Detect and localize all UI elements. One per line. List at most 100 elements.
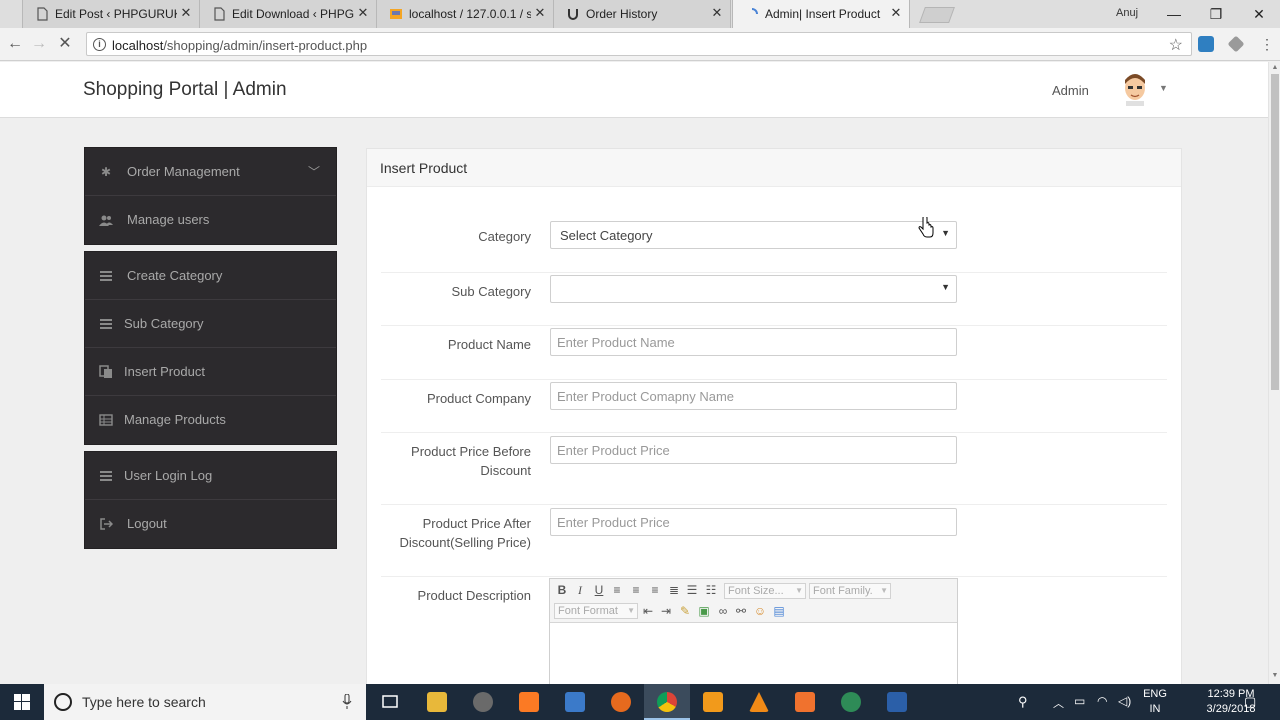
description-editor[interactable]: B I U ≡ ≡ ≡ ≣ ☰ ☷ Font Size... ▼ Font Fam… (549, 578, 958, 684)
brand-title[interactable]: Shopping Portal | Admin (83, 79, 287, 101)
browser-tab-active[interactable]: Admin| Insert Product ✕ (732, 0, 910, 29)
menu-dots-icon[interactable]: ⋮ (1258, 35, 1276, 53)
bold-icon[interactable]: B (554, 582, 570, 598)
microphone-icon[interactable] (342, 694, 352, 710)
unordered-list-icon[interactable]: ☷ (703, 582, 719, 598)
subcategory-select[interactable]: ▼ (550, 275, 957, 303)
chevron-down-icon[interactable]: ▼ (1159, 83, 1168, 93)
scrollbar-thumb[interactable] (1271, 74, 1279, 390)
taskbar-search[interactable]: Type here to search (44, 684, 366, 720)
extension-icon[interactable] (1198, 36, 1214, 52)
font-family-select[interactable]: Font Family. ▼ (809, 583, 891, 599)
forward-icon[interactable]: → (30, 35, 48, 53)
info-icon[interactable]: i (93, 38, 106, 51)
product-name-input[interactable]: Enter Product Name (550, 328, 957, 356)
restore-icon[interactable]: ❐ (1201, 4, 1231, 24)
underline-icon[interactable]: U (591, 582, 607, 598)
browser-tab[interactable]: Edit Post ‹ PHPGURUKUL ✕ (22, 0, 200, 28)
minimize-icon[interactable]: — (1159, 4, 1189, 24)
input-language[interactable]: ENG IN (1142, 687, 1168, 717)
image-icon[interactable]: ▣ (696, 603, 712, 619)
sidebar-item-create-category[interactable]: Create Category (85, 252, 336, 300)
browser-tab[interactable]: localhost / 127.0.0.1 / shopping ✕ (376, 0, 554, 28)
align-justify-icon[interactable]: ≣ (666, 582, 682, 598)
browser-profile-name[interactable]: Anuj (1116, 7, 1138, 19)
browser-tab[interactable]: Edit Download ‹ PHPGURUKUL ✕ (199, 0, 377, 28)
taskbar-app[interactable] (828, 684, 874, 720)
address-bar[interactable]: i localhost/shopping/admin/insert-produc… (86, 32, 1192, 56)
form-row-price-before: Product Price Before Discount Enter Produ… (381, 433, 1167, 505)
tab-title: Admin| Insert Product (765, 7, 881, 21)
align-center-icon[interactable]: ≡ (628, 582, 644, 598)
globe-icon (841, 692, 861, 712)
category-select[interactable]: Select Category ▼ (550, 221, 957, 249)
bookmark-star-icon[interactable]: ☆ (1169, 35, 1183, 55)
html-source-icon[interactable]: ▤ (771, 603, 787, 619)
taskbar-app-chrome[interactable] (644, 684, 690, 720)
link-icon[interactable]: ∞ (715, 603, 731, 619)
taskbar-app-firefox[interactable] (598, 684, 644, 720)
editor-toolbar: B I U ≡ ≡ ≡ ≣ ☰ ☷ Font Size... ▼ Font Fam… (550, 579, 957, 623)
close-tab-icon[interactable]: ✕ (710, 6, 724, 20)
taskbar-app[interactable] (552, 684, 598, 720)
sidebar-group: Create Category Sub Category Insert Prod… (84, 251, 337, 445)
unlink-icon[interactable]: ⚯ (733, 603, 749, 619)
taskbar-app[interactable] (506, 684, 552, 720)
taskbar-app-sublime[interactable] (690, 684, 736, 720)
back-icon[interactable]: ← (6, 35, 24, 53)
volume-icon[interactable]: ◁) (1118, 694, 1131, 708)
sidebar-item-label: Order Management (127, 164, 240, 179)
notification-icon[interactable]: ▢ (1244, 694, 1256, 710)
firefox-icon (611, 692, 631, 712)
indent-icon[interactable]: ⇥ (658, 603, 674, 619)
font-size-select[interactable]: Font Size... ▼ (724, 583, 806, 599)
align-left-icon[interactable]: ≡ (609, 582, 625, 598)
taskbar-app-file-explorer[interactable] (414, 684, 460, 720)
edit-icon[interactable]: ✎ (677, 603, 693, 619)
outdent-icon[interactable]: ⇤ (640, 603, 656, 619)
chevron-up-icon[interactable]: ︿ (1053, 695, 1064, 711)
product-company-input[interactable]: Enter Product Comapny Name (550, 382, 957, 410)
taskbar-app[interactable] (460, 684, 506, 720)
battery-icon[interactable]: ▭ (1074, 694, 1085, 708)
sidebar-item-manage-users[interactable]: Manage users (85, 196, 336, 244)
close-tab-icon[interactable]: ✕ (356, 6, 370, 20)
avatar[interactable] (1120, 72, 1150, 106)
smiley-icon[interactable]: ☺ (752, 603, 768, 619)
url-text[interactable]: localhost/shopping/admin/insert-product.… (112, 38, 367, 53)
page-scrollbar[interactable]: ▲ ▼ (1268, 62, 1280, 684)
close-window-icon[interactable]: ✕ (1244, 4, 1274, 24)
people-icon[interactable]: ⚲ (1018, 694, 1028, 710)
italic-icon[interactable]: I (572, 582, 588, 598)
scroll-down-icon[interactable]: ▼ (1271, 672, 1279, 680)
sidebar-item-user-login-log[interactable]: User Login Log (85, 452, 336, 500)
wifi-icon[interactable]: ◠ (1097, 694, 1107, 708)
scroll-up-icon[interactable]: ▲ (1271, 64, 1279, 72)
windows-start-icon[interactable] (0, 684, 44, 720)
sidebar-item-logout[interactable]: Logout (85, 500, 336, 548)
extension-icon[interactable] (1227, 35, 1245, 53)
caret-down-icon: ▼ (941, 228, 950, 238)
taskbar-app[interactable] (874, 684, 920, 720)
sidebar-item-insert-product[interactable]: Insert Product (85, 348, 336, 396)
close-tab-icon[interactable]: ✕ (533, 6, 547, 20)
stop-loading-icon[interactable]: ✕ (56, 35, 74, 53)
close-tab-icon[interactable]: ✕ (889, 6, 903, 20)
price-before-input[interactable]: Enter Product Price (550, 436, 957, 464)
user-name[interactable]: Admin (1052, 83, 1089, 98)
price-after-input[interactable]: Enter Product Price (550, 508, 957, 536)
new-tab-button[interactable] (919, 7, 955, 23)
browser-tab[interactable]: Order History ✕ (553, 0, 731, 28)
font-format-select[interactable]: Font Format ▼ (554, 603, 638, 619)
sidebar-item-order-management[interactable]: ✱ Order Management ﹀ (85, 148, 336, 196)
taskbar-app-vlc[interactable] (736, 684, 782, 720)
sidebar-item-sub-category[interactable]: Sub Category (85, 300, 336, 348)
ordered-list-icon[interactable]: ☰ (684, 582, 700, 598)
sidebar-item-manage-products[interactable]: Manage Products (85, 396, 336, 444)
folder-icon (427, 692, 447, 712)
close-tab-icon[interactable]: ✕ (179, 6, 193, 20)
taskbar-app[interactable] (782, 684, 828, 720)
align-right-icon[interactable]: ≡ (647, 582, 663, 598)
task-view-button[interactable] (367, 684, 413, 720)
sign-out-icon (100, 518, 113, 530)
